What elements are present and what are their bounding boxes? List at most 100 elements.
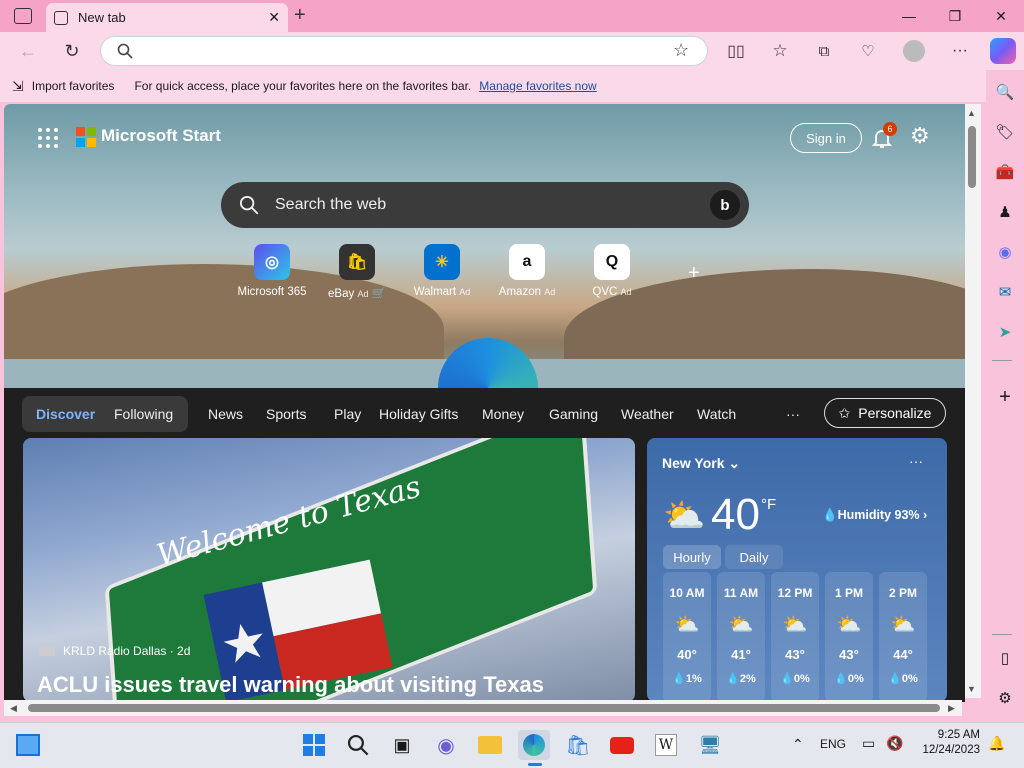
wikipedia-icon[interactable]: W <box>650 730 682 760</box>
games-icon[interactable]: ♟ <box>991 198 1019 226</box>
outlook-icon[interactable]: ✉ <box>991 278 1019 306</box>
scroll-right-arrow[interactable]: ▶ <box>948 703 955 714</box>
system-clock[interactable]: 9:25 AM 12/24/2023 <box>918 728 980 758</box>
weather-more-icon[interactable]: ··· <box>909 453 923 469</box>
quick-link-microsoft365[interactable]: ◎ Microsoft 365 <box>230 244 314 298</box>
vertical-scroll-thumb[interactable] <box>968 126 976 188</box>
sidebar-divider <box>992 360 1012 361</box>
web-search-box[interactable]: Search the web <box>221 182 749 228</box>
back-button[interactable]: ← <box>10 32 46 70</box>
tab-actions-icon[interactable] <box>14 8 32 24</box>
scroll-down-arrow[interactable]: ▼ <box>967 684 976 694</box>
scroll-left-arrow[interactable]: ◀ <box>10 703 17 714</box>
tab-watch[interactable]: Watch <box>697 406 736 422</box>
browser-essentials-icon[interactable]: ♡ <box>850 32 886 70</box>
tab-gaming[interactable]: Gaming <box>549 406 598 422</box>
bing-chat-icon[interactable]: b <box>710 190 740 220</box>
more-options-icon[interactable]: ··· <box>942 32 978 70</box>
taskbar-search-icon[interactable] <box>342 730 374 760</box>
ad-label: Ad <box>459 287 471 297</box>
vertical-scrollbar[interactable] <box>965 104 981 698</box>
close-window-button[interactable]: ✕ <box>978 0 1024 32</box>
microsoft-store-icon[interactable]: 🛍 <box>562 730 594 760</box>
browser-tab[interactable]: New tab ✕ <box>46 3 288 32</box>
tab-weather[interactable]: Weather <box>621 406 674 422</box>
show-hidden-icons-chevron[interactable]: ⌃ <box>792 736 804 753</box>
shopping-tag-icon[interactable]: 🏷 <box>991 118 1019 146</box>
source-logo <box>39 646 55 656</box>
tab-following[interactable]: Following <box>114 406 173 422</box>
weather-tab-hourly[interactable]: Hourly <box>663 545 721 569</box>
youtube-icon[interactable] <box>606 730 638 760</box>
start-windows-icon[interactable] <box>298 730 330 760</box>
import-favorites-link[interactable]: Import favorites <box>32 79 115 93</box>
tab-news[interactable]: News <box>208 406 243 422</box>
quick-link-label: eBay <box>328 288 355 300</box>
restore-button[interactable]: ❐ <box>932 0 978 32</box>
more-tabs-button[interactable]: ··· <box>786 406 800 422</box>
close-tab-icon[interactable]: ✕ <box>268 9 280 26</box>
horizontal-scroll-thumb[interactable] <box>28 704 940 712</box>
sign-in-button[interactable]: Sign in <box>790 123 862 153</box>
favorite-star-icon[interactable]: ☆ <box>673 40 689 61</box>
send-icon[interactable]: ➤ <box>991 318 1019 346</box>
collections-icon[interactable]: ⧉ <box>806 32 842 70</box>
input-language[interactable]: ENG <box>820 737 846 751</box>
tab-title: New tab <box>78 10 126 25</box>
hide-sidebar-icon[interactable]: ▯ <box>991 644 1019 672</box>
weather-city[interactable]: New York ⌄ <box>662 455 740 472</box>
widgets-icon[interactable] <box>12 730 44 760</box>
minimize-button[interactable]: — <box>886 0 932 32</box>
article-headline[interactable]: ACLU issues travel warning about visitin… <box>37 672 544 698</box>
notification-center-icon[interactable]: 🔔 <box>988 735 1005 752</box>
weather-tab-daily[interactable]: Daily <box>725 545 783 569</box>
manage-favorites-link[interactable]: Manage favorites now <box>479 79 596 93</box>
address-input[interactable] <box>147 41 647 61</box>
sidebar-search-icon[interactable]: 🔍 <box>991 78 1019 106</box>
import-favorites-icon[interactable]: ⇲ <box>12 78 24 95</box>
quick-link-qvc[interactable]: Q QVC Ad <box>570 244 654 298</box>
quick-link-amazon[interactable]: a Amazon Ad <box>485 244 569 298</box>
task-view-icon[interactable]: ▣ <box>386 730 418 760</box>
volume-muted-icon[interactable]: 🔇 <box>886 735 903 752</box>
tab-play[interactable]: Play <box>334 406 361 422</box>
network-icon[interactable]: ▭ <box>862 735 875 752</box>
edge-browser-icon[interactable] <box>518 730 550 760</box>
teams-chat-icon[interactable]: ◉ <box>430 730 462 760</box>
weather-temperature: 40 <box>711 490 760 539</box>
profile-avatar[interactable] <box>896 32 932 70</box>
tools-icon[interactable]: 🧰 <box>991 158 1019 186</box>
page-settings-gear-icon[interactable]: ⚙ <box>910 125 934 149</box>
refresh-button[interactable]: ↻ <box>54 32 90 70</box>
tab-discover[interactable]: Discover <box>36 406 95 422</box>
weather-card[interactable]: New York ⌄ ··· ⛅ 40 °F 💧Humidity 93% › H… <box>647 438 947 702</box>
tab-sports[interactable]: Sports <box>266 406 306 422</box>
clock-date: 12/24/2023 <box>922 744 980 756</box>
cloud-icon: ⛅ <box>674 614 700 636</box>
personalize-button[interactable]: ✩ Personalize <box>824 398 946 428</box>
file-explorer-icon[interactable] <box>474 730 506 760</box>
cloud-icon: ⛅ <box>836 614 862 636</box>
favorites-icon[interactable]: ☆ <box>762 32 798 70</box>
tab-money[interactable]: Money <box>482 406 524 422</box>
search-placeholder: Search the web <box>275 196 387 213</box>
quick-link-walmart[interactable]: ✳ Walmart Ad <box>400 244 484 298</box>
app-window-icon[interactable]: 🖥 <box>694 730 726 760</box>
split-screen-icon[interactable]: ▯▯ <box>718 32 754 70</box>
search-icon <box>239 195 259 215</box>
tab-holiday-gifts[interactable]: Holiday Gifts <box>379 406 458 422</box>
new-tab-button[interactable]: + <box>294 4 306 27</box>
add-quick-link-icon[interactable]: + <box>688 262 700 285</box>
hero-news-card[interactable]: Welcome to Texas KRLD Radio Dallas · 2d … <box>23 438 635 702</box>
scroll-up-arrow[interactable]: ▲ <box>967 108 976 118</box>
microsoft365-sidebar-icon[interactable]: ◉ <box>991 238 1019 266</box>
brand-title[interactable]: Microsoft Start <box>101 126 221 146</box>
new-tab-icon <box>54 10 68 25</box>
app-launcher-icon[interactable] <box>38 128 58 148</box>
copilot-icon[interactable] <box>990 38 1016 64</box>
sidebar-add-icon[interactable]: + <box>991 383 1019 411</box>
quick-link-ebay[interactable]: 🛍 eBay Ad 🛒 <box>315 244 399 300</box>
cloud-icon: ⛅ <box>890 614 916 636</box>
sidebar-settings-icon[interactable]: ⚙ <box>991 684 1019 712</box>
address-bar[interactable]: ☆ <box>100 36 708 66</box>
